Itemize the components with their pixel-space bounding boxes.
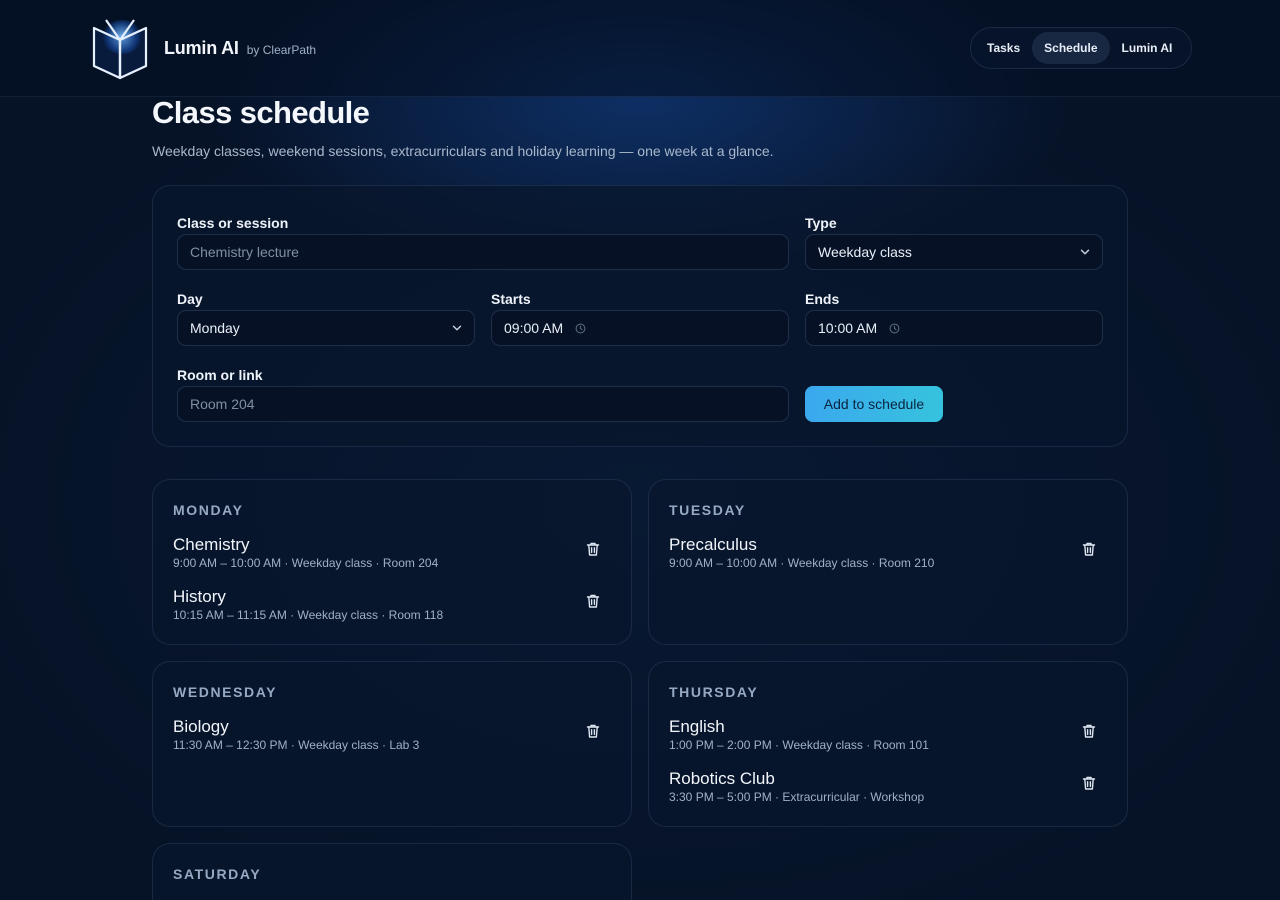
trash-icon[interactable] [585, 541, 601, 557]
day-name: TUESDAY [669, 502, 746, 518]
main-nav: Tasks Schedule Lumin AI [970, 27, 1192, 69]
schedule-entry: Precalculus 9:00 AM – 10:00 AM · Weekday… [669, 535, 1109, 579]
day-card-saturday: SATURDAY [152, 843, 632, 900]
schedule-entry: Biology 11:30 AM – 12:30 PM · Weekday cl… [173, 717, 613, 761]
entry-meta: 9:00 AM – 10:00 AM · Weekday class · Roo… [173, 556, 439, 570]
entry-title: History [173, 587, 226, 606]
room-label: Room or link [177, 367, 263, 383]
entry-meta: 9:00 AM – 10:00 AM · Weekday class · Roo… [669, 556, 935, 570]
entry-meta: 11:30 AM – 12:30 PM · Weekday class · La… [173, 738, 420, 752]
clock-icon[interactable] [889, 323, 900, 334]
day-name: THURSDAY [669, 684, 759, 700]
type-value: Weekday class [818, 244, 912, 260]
day-card-tuesday: TUESDAY Precalculus 9:00 AM – 10:00 AM ·… [648, 479, 1128, 645]
day-value: Monday [190, 320, 240, 336]
entry-title: Biology [173, 717, 229, 736]
add-to-schedule-button[interactable]: Add to schedule [805, 386, 943, 422]
room-input[interactable]: Room 204 [177, 386, 789, 422]
schedule-entry: English 1:00 PM – 2:00 PM · Weekday clas… [669, 717, 1109, 761]
top-bar: Lumin AI by ClearPath Tasks Schedule Lum… [0, 0, 1280, 97]
open-book-logo-icon [88, 16, 152, 80]
trash-icon[interactable] [1081, 775, 1097, 791]
day-label: Day [177, 291, 203, 307]
day-card-thursday: THURSDAY English 1:00 PM – 2:00 PM · Wee… [648, 661, 1128, 827]
schedule-entry: Robotics Club 3:30 PM – 5:00 PM · Extrac… [669, 769, 1109, 813]
trash-icon[interactable] [585, 593, 601, 609]
nav-schedule[interactable]: Schedule [1032, 32, 1110, 64]
trash-icon[interactable] [1081, 723, 1097, 739]
day-name: SATURDAY [173, 866, 262, 882]
ends-time-input[interactable]: 10:00 AM [805, 310, 1103, 346]
class-input[interactable]: Chemistry lecture [177, 234, 789, 270]
ends-value: 10:00 AM [818, 320, 878, 336]
entry-meta: 3:30 PM – 5:00 PM · Extracurricular · Wo… [669, 790, 925, 804]
day-select[interactable]: Monday [177, 310, 475, 346]
clock-icon[interactable] [575, 323, 586, 334]
schedule-entry: Chemistry 9:00 AM – 10:00 AM · Weekday c… [173, 535, 613, 579]
class-placeholder: Chemistry lecture [190, 244, 299, 260]
nav-lumin-ai[interactable]: Lumin AI [1110, 32, 1185, 64]
entry-title: English [669, 717, 725, 736]
class-label: Class or session [177, 215, 289, 231]
brand-byline: by ClearPath [246, 43, 317, 57]
type-select[interactable]: Weekday class [805, 234, 1103, 270]
room-placeholder: Room 204 [190, 396, 255, 412]
brand[interactable]: Lumin AI by ClearPath [88, 16, 316, 80]
starts-value: 09:00 AM [504, 320, 564, 336]
nav-tasks[interactable]: Tasks [975, 32, 1032, 64]
entry-title: Precalculus [669, 535, 757, 554]
entry-meta: 1:00 PM – 2:00 PM · Weekday class · Room… [669, 738, 929, 752]
entry-title: Robotics Club [669, 769, 775, 788]
page-subtitle: Weekday classes, weekend sessions, extra… [152, 143, 774, 159]
chevron-down-icon [1080, 249, 1090, 255]
entry-title: Chemistry [173, 535, 250, 554]
chevron-down-icon [452, 325, 462, 331]
schedule-entry: History 10:15 AM – 11:15 AM · Weekday cl… [173, 587, 613, 631]
page-title: Class schedule [152, 95, 370, 130]
day-card-monday: MONDAY Chemistry 9:00 AM – 10:00 AM · We… [152, 479, 632, 645]
starts-time-input[interactable]: 09:00 AM [491, 310, 789, 346]
starts-label: Starts [491, 291, 531, 307]
type-label: Type [805, 215, 837, 231]
trash-icon[interactable] [585, 723, 601, 739]
day-name: MONDAY [173, 502, 244, 518]
day-name: WEDNESDAY [173, 684, 278, 700]
day-card-wednesday: WEDNESDAY Biology 11:30 AM – 12:30 PM · … [152, 661, 632, 827]
trash-icon[interactable] [1081, 541, 1097, 557]
add-class-form: Class or session Chemistry lecture Type … [152, 185, 1128, 447]
entry-meta: 10:15 AM – 11:15 AM · Weekday class · Ro… [173, 608, 444, 622]
ends-label: Ends [805, 291, 840, 307]
brand-name: Lumin AI [164, 37, 239, 58]
